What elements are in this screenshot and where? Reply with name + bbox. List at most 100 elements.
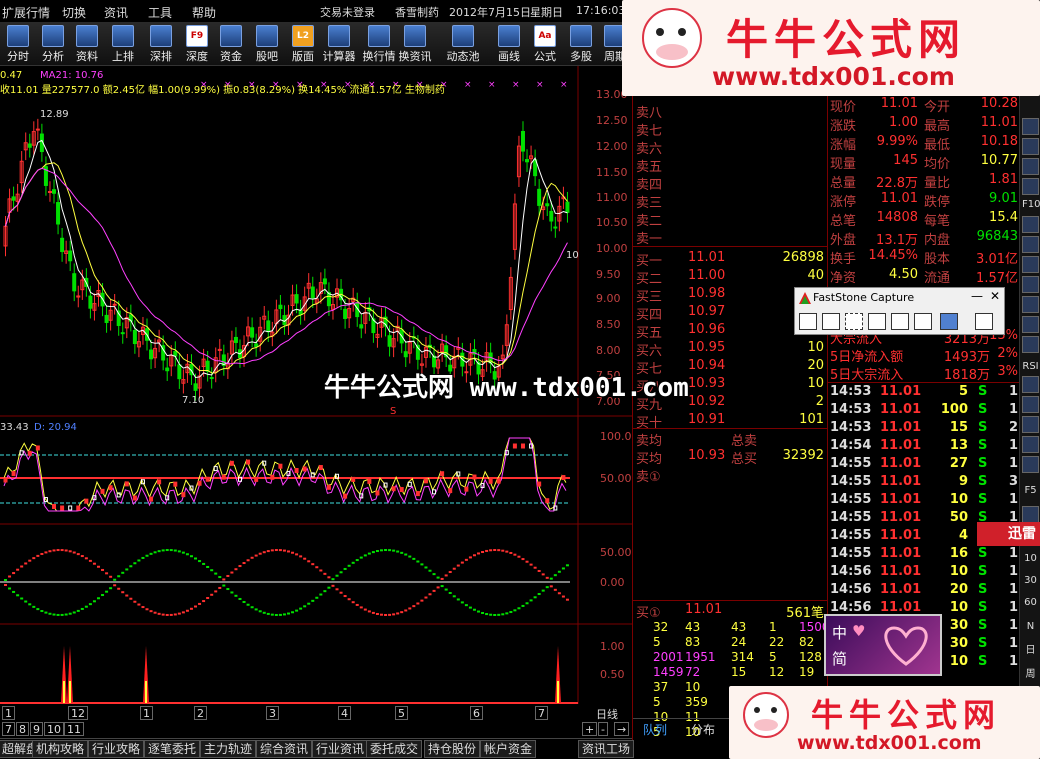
close-button[interactable]: ✕ [990,289,1000,303]
sell-level-row[interactable]: 卖三 [633,192,828,211]
side-tool-icon[interactable] [1022,416,1039,433]
toolbar-dynamic-pool-button[interactable]: 动态池 [446,24,480,64]
side-tool-icon[interactable] [1022,256,1039,273]
zoom-out-button[interactable]: - [598,722,608,736]
side-tool-icon[interactable] [1022,158,1039,175]
ind2-lower-dot [452,595,456,598]
bottom-tab[interactable]: 委托成交 [366,740,423,758]
side-button[interactable]: 10 [1022,550,1039,567]
capture-fullscreen-button[interactable] [891,313,909,330]
menu-switch[interactable]: 切换 [62,4,86,21]
minimize-button[interactable]: — [971,289,983,303]
menu-tools[interactable]: 工具 [148,4,172,21]
capture-object-button[interactable] [822,313,840,330]
toolbar-capital-button[interactable]: 资金 [214,24,248,64]
side-button[interactable]: 30 [1022,572,1039,589]
bottom-tab[interactable]: 逐笔委托 [144,740,201,758]
side-tool-icon[interactable] [1022,336,1039,353]
toolbar-layout-button[interactable]: L2 版面 [286,24,320,64]
sell-level-row[interactable]: 卖八 [633,102,828,121]
faststone-capture-window[interactable]: FastStone Capture — ✕ [794,287,1005,335]
buy-level-row[interactable]: 买六 10.95 10 [633,340,828,359]
side-button[interactable]: 日 [1022,642,1039,659]
sell-level-row[interactable]: 卖六 [633,138,828,157]
side-tool-icon[interactable] [1022,316,1039,333]
scroll-right-button[interactable]: → [614,722,630,736]
side-tool-icon[interactable] [1022,396,1039,413]
capture-rect-button[interactable] [845,313,863,330]
toolbar-multi-stock-button[interactable]: 多股 [564,24,598,64]
side-tool-icon[interactable] [1022,436,1039,453]
side-tool-icon[interactable] [1022,276,1039,293]
bottom-tab[interactable]: 持仓股份 [424,740,481,758]
bottom-tab[interactable]: 资讯工场 [578,740,635,758]
info-row: 涨停 11.01 跌停 9.01 [828,191,1020,210]
ind2-upper-dot [52,549,56,552]
bottom-tab[interactable]: 机构攻略 [32,740,89,758]
bottom-tab[interactable]: 综合资讯 [256,740,313,758]
toolbar-switch-news-button[interactable]: 换资讯 [398,24,432,64]
lang-simplified[interactable]: 简 [832,648,847,669]
toolbar-depth-button[interactable]: F9 深度 [180,24,214,64]
toolbar-switch-quote-button[interactable]: 换行情 [362,24,396,64]
sell-level-row[interactable]: 卖五 [633,156,828,175]
side-tool-icon[interactable] [1022,138,1039,155]
period-label[interactable]: 日线 [594,706,620,721]
side-tool-icon[interactable] [1022,178,1039,195]
buy-level-row[interactable]: 买一 11.01 26898 [633,250,828,269]
side-button[interactable]: RSI [1022,358,1039,375]
toolbar-intraday-button[interactable]: 分时 [1,24,35,64]
toolbar-forum-button[interactable]: 股吧 [250,24,284,64]
sell-level-row[interactable]: 卖四 [633,174,828,193]
ind2-upper-dot [270,549,274,552]
side-tool-icon[interactable] [1022,216,1039,233]
side-button[interactable]: 60 [1022,594,1039,611]
side-button[interactable]: 周 [1022,666,1039,683]
buy-level-label: 买五 [636,326,663,341]
side-tool-icon[interactable] [1022,236,1039,253]
buy-level-row[interactable]: 买二 11.00 40 [633,268,828,287]
side-tool-icon[interactable] [1022,118,1039,135]
capture-freehand-button[interactable] [868,313,886,330]
capture-scroll-button[interactable] [914,313,932,330]
side-button[interactable]: N [1022,618,1039,635]
bottom-tab[interactable]: 行业攻略 [88,740,145,758]
toolbar-analysis-button[interactable]: 分析 [36,24,70,64]
ind2-upper-dot [238,565,242,568]
sell-level-row[interactable]: 卖二 [633,210,828,229]
ind2-upper-dot [109,575,113,578]
sell-level-row[interactable]: 卖七 [633,120,828,139]
toolbar-sz-rank-button[interactable]: 深排 [144,24,178,64]
output-button[interactable] [940,313,958,330]
side-tool-icon[interactable] [1022,296,1039,313]
tab-queue[interactable]: 队列 [643,721,667,738]
ime-language-widget[interactable]: 中 ♥ 简 [824,614,942,676]
zoom-in-button[interactable]: + [582,722,598,736]
menu-news[interactable]: 资讯 [104,4,128,21]
bottom-tab[interactable]: 行业资讯 [312,740,369,758]
sell-level-row[interactable]: 卖一 [633,228,828,247]
lang-chinese[interactable]: 中 [832,622,847,643]
menu-extended-quote[interactable]: 扩展行情 [2,4,50,21]
toolbar-formula-button[interactable]: Aa 公式 [528,24,562,64]
signal-spike-core [63,681,65,703]
toolbar-sh-rank-button[interactable]: 上排 [106,24,140,64]
info-value: 1.81 [989,172,1018,187]
settings-button[interactable] [975,313,993,330]
toolbar-drawing-button[interactable]: 画线 [492,24,526,64]
capture-window-button[interactable] [799,313,817,330]
side-tool-icon[interactable] [1022,506,1039,523]
bottom-tab[interactable]: 帐户资金 [480,740,537,758]
buy-level-price: 10.93 [688,376,726,391]
side-button[interactable]: F5 [1022,482,1039,499]
bottom-tab[interactable]: 主力轨迹 [200,740,257,758]
xunlei-tab[interactable]: 迅雷 [977,522,1040,546]
tab-distribution[interactable]: 分布 [691,721,715,738]
side-tool-icon[interactable] [1022,456,1039,473]
menu-help[interactable]: 帮助 [192,4,216,21]
side-tool-icon[interactable] [1022,376,1039,393]
toolbar-calculator-button[interactable]: 计算器 [322,24,356,64]
toolbar-profile-button[interactable]: 资料 [70,24,104,64]
ind1-block [84,498,89,504]
side-button[interactable]: F10 [1022,196,1040,213]
